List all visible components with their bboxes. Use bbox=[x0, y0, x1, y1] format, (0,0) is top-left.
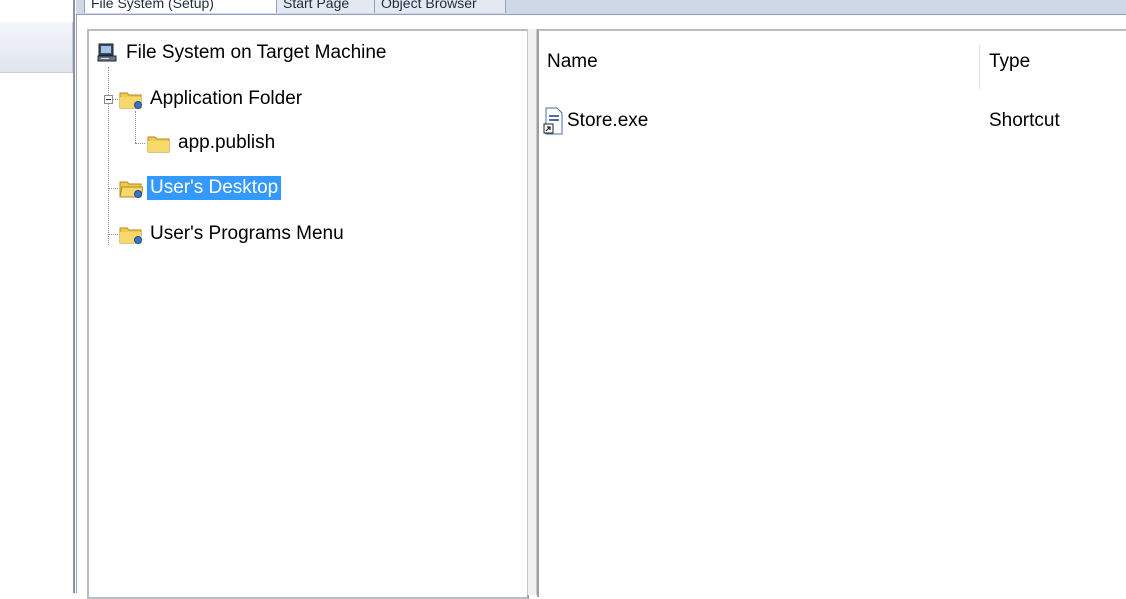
list-item[interactable]: Store.exe bbox=[543, 103, 648, 139]
tree-connector bbox=[135, 111, 136, 143]
tree-connector bbox=[108, 188, 118, 189]
file-name: Store.exe bbox=[567, 110, 649, 131]
tree-item-label: Application Folder bbox=[150, 88, 303, 109]
file-type-cell: Shortcut bbox=[989, 103, 1060, 139]
tree-item-label: File System on Target Machine bbox=[126, 42, 387, 63]
folder-icon bbox=[147, 133, 171, 153]
collapse-toggle[interactable] bbox=[104, 95, 113, 104]
folder-tree-pane[interactable]: File System on Target Machine Applicatio… bbox=[87, 29, 529, 599]
file-type: Shortcut bbox=[989, 110, 1060, 131]
file-list-pane[interactable]: Name Type Store.exe Shortcut bbox=[537, 29, 1126, 597]
tree-connector bbox=[108, 67, 109, 245]
tree-item-label: User's Programs Menu bbox=[150, 223, 344, 244]
tree-connector bbox=[135, 143, 145, 144]
column-divider[interactable] bbox=[979, 45, 980, 89]
computer-icon bbox=[97, 43, 119, 63]
file-system-designer: File System on Target Machine Applicatio… bbox=[76, 15, 1126, 599]
column-header-type[interactable]: Type bbox=[989, 51, 1030, 73]
tree-item-users-desktop[interactable]: User's Desktop bbox=[119, 174, 282, 202]
panel-border bbox=[73, 0, 75, 593]
tab-object-browser[interactable]: Object Browser bbox=[374, 0, 506, 13]
toolbox-tile[interactable] bbox=[0, 22, 73, 73]
folder-icon bbox=[119, 224, 143, 244]
tree-item-root[interactable]: File System on Target Machine bbox=[97, 39, 390, 67]
tree-item-label: app.publish bbox=[178, 132, 276, 153]
tree-item-users-programs-menu[interactable]: User's Programs Menu bbox=[119, 220, 347, 248]
tree-item-application-folder[interactable]: Application Folder bbox=[119, 85, 305, 113]
folder-icon bbox=[119, 89, 143, 109]
shortcut-file-icon bbox=[543, 107, 565, 135]
tab-file-system[interactable]: File System (Setup) bbox=[84, 0, 284, 13]
document-tab-strip: File System (Setup) Start Page Object Br… bbox=[76, 0, 1126, 15]
column-header-name[interactable]: Name bbox=[547, 51, 598, 73]
pane-splitter[interactable] bbox=[527, 29, 537, 595]
tree-connector bbox=[108, 234, 118, 235]
left-panel-strip bbox=[0, 0, 76, 593]
folder-icon bbox=[119, 178, 144, 198]
tree-item-app-publish[interactable]: app.publish bbox=[147, 129, 278, 157]
tab-start-page[interactable]: Start Page bbox=[276, 0, 382, 13]
tree-item-label: User's Desktop bbox=[147, 176, 282, 200]
